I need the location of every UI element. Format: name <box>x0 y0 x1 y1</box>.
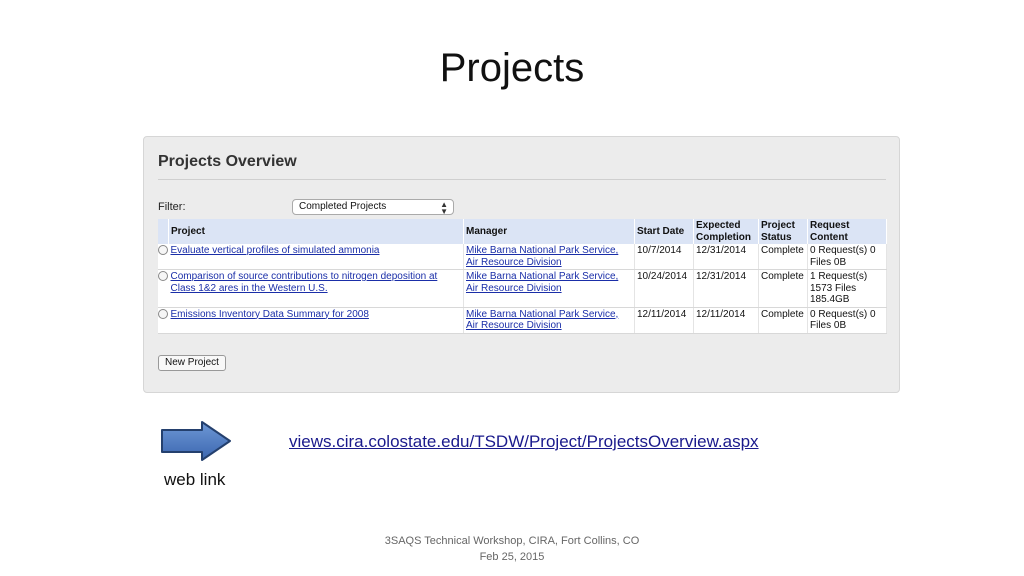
filter-select[interactable]: Completed Projects ▲ ▼ <box>292 199 454 216</box>
start-date-cell: 10/24/2014 <box>634 269 694 308</box>
header-expected-completion: Expected Completion <box>693 219 759 244</box>
project-cell: Evaluate vertical profiles of simulated … <box>168 244 464 270</box>
expected-completion-cell: 12/31/2014 <box>693 244 759 270</box>
project-link[interactable]: Evaluate vertical profiles of simulated … <box>171 245 380 256</box>
status-cell: Complete <box>758 307 808 334</box>
project-overview-url-link[interactable]: views.cira.colostate.edu/TSDW/Project/Pr… <box>289 432 759 452</box>
footer-workshop: 3SAQS Technical Workshop, CIRA, Fort Col… <box>384 535 640 547</box>
manager-link[interactable]: Mike Barna National Park Service, Air Re… <box>466 245 618 268</box>
manager-link[interactable]: Mike Barna National Park Service, Air Re… <box>466 309 618 332</box>
footer-date: Feb 25, 2015 <box>479 551 545 563</box>
project-cell: Emissions Inventory Data Summary for 200… <box>168 307 464 334</box>
row-select-cell <box>158 244 169 270</box>
right-arrow-icon <box>161 421 231 461</box>
panel-heading: Projects Overview <box>158 153 297 170</box>
project-link[interactable]: Comparison of source contributions to ni… <box>171 271 438 294</box>
project-link[interactable]: Emissions Inventory Data Summary for 200… <box>171 309 369 320</box>
row-radio-button[interactable] <box>158 271 168 281</box>
status-cell: Complete <box>758 244 808 270</box>
manager-cell: Mike Barna National Park Service, Air Re… <box>463 307 635 334</box>
row-radio-button[interactable] <box>158 245 168 255</box>
panel-divider <box>158 179 886 180</box>
header-radio-spacer <box>158 219 169 244</box>
header-manager: Manager <box>463 219 635 244</box>
slide-title: Projects <box>439 46 585 90</box>
header-start-date: Start Date <box>634 219 694 244</box>
expected-completion-cell: 12/31/2014 <box>693 269 759 308</box>
table-header-row: Project Manager Start Date Expected Comp… <box>158 219 887 244</box>
request-content-cell: 0 Request(s) 0 Files 0B <box>807 307 887 334</box>
row-select-cell <box>158 307 169 334</box>
projects-table: Project Manager Start Date Expected Comp… <box>158 219 887 334</box>
table-row: Evaluate vertical profiles of simulated … <box>158 244 887 270</box>
row-select-cell <box>158 269 169 308</box>
table-row: Emissions Inventory Data Summary for 200… <box>158 307 887 334</box>
select-arrows-icon: ▲ ▼ <box>440 200 448 216</box>
status-cell: Complete <box>758 269 808 308</box>
project-cell: Comparison of source contributions to ni… <box>168 269 464 308</box>
manager-cell: Mike Barna National Park Service, Air Re… <box>463 244 635 270</box>
table-row: Comparison of source contributions to ni… <box>158 269 887 308</box>
filter-select-value: Completed Projects <box>299 201 387 212</box>
web-link-caption: web link <box>164 470 226 489</box>
expected-completion-cell: 12/11/2014 <box>693 307 759 334</box>
header-request-content: Request Content <box>807 219 887 244</box>
request-content-cell: 0 Request(s) 0 Files 0B <box>807 244 887 270</box>
request-content-cell: 1 Request(s) 1573 Files 185.4GB <box>807 269 887 308</box>
header-project: Project <box>168 219 464 244</box>
filter-label: Filter: <box>158 201 186 213</box>
header-project-status: Project Status <box>758 219 808 244</box>
start-date-cell: 12/11/2014 <box>634 307 694 334</box>
projects-overview-panel: Projects Overview Filter: Completed Proj… <box>143 136 900 393</box>
new-project-button[interactable]: New Project <box>158 355 226 371</box>
row-radio-button[interactable] <box>158 308 168 319</box>
manager-link[interactable]: Mike Barna National Park Service, Air Re… <box>466 271 618 294</box>
manager-cell: Mike Barna National Park Service, Air Re… <box>463 269 635 308</box>
start-date-cell: 10/7/2014 <box>634 244 694 270</box>
